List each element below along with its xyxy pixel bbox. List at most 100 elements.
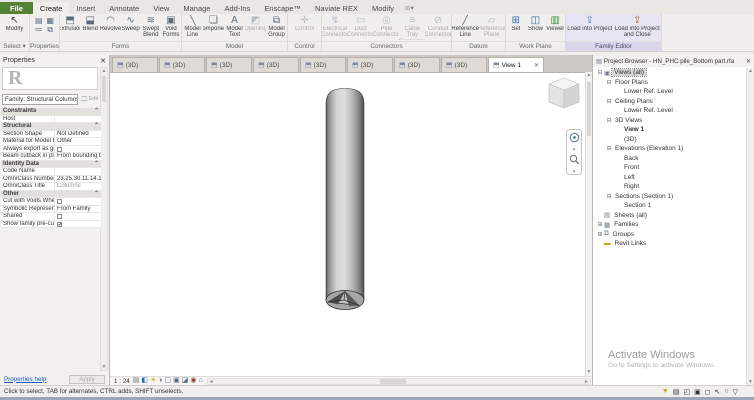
- show-button[interactable]: ◫Show: [526, 15, 546, 32]
- collapse-node-icon[interactable]: ⊟: [605, 145, 613, 152]
- properties-scrollbar[interactable]: ▲ ▼: [100, 67, 108, 371]
- press-drag-icon[interactable]: ↖: [715, 388, 721, 396]
- expand-node-icon[interactable]: ⊞: [596, 231, 604, 238]
- view-tab-3d-4[interactable]: ⬒(3D): [300, 57, 346, 72]
- model-group-button[interactable]: ⧉Model Group: [266, 15, 287, 39]
- ribbon-tab-file[interactable]: File: [0, 2, 33, 14]
- collapse-icon[interactable]: ⌃: [94, 108, 99, 115]
- family-category-button[interactable]: ▦: [45, 16, 57, 25]
- view-tab-3d-2[interactable]: ⬒(3D): [206, 57, 252, 72]
- shadows-icon[interactable]: ◑: [158, 377, 162, 385]
- set-button[interactable]: ⊞Set: [506, 15, 526, 32]
- property-value-beam-cutback-in-plan[interactable]: From bounding box: [55, 153, 101, 160]
- tree-item-ceiling-plans[interactable]: ⊟Ceiling Plans: [593, 97, 746, 107]
- zoom-tool-icon[interactable]: [569, 152, 580, 170]
- tree-item-3d-views[interactable]: ⊟3D Views: [593, 116, 746, 126]
- void-forms-button[interactable]: ▣Void Forms: [161, 15, 181, 39]
- view-tab-3d-0[interactable]: ⬒(3D): [112, 57, 158, 72]
- reveal-hidden-icon[interactable]: ◉: [190, 377, 196, 385]
- analytical-model-icon[interactable]: ⌂: [199, 377, 203, 385]
- ribbon-tab-insert[interactable]: Insert: [69, 2, 102, 14]
- view-tab-3d-6[interactable]: ⬒(3D): [394, 57, 440, 72]
- temporary-hide-icon[interactable]: ◪: [182, 377, 189, 385]
- tree-item-groups[interactable]: ⊞⧉Groups: [593, 230, 746, 240]
- tree-item-right[interactable]: Right: [593, 182, 746, 192]
- ribbon-tab-naviate-rex[interactable]: Naviate REX: [308, 2, 365, 14]
- ribbon-tab-create[interactable]: Create: [33, 2, 70, 14]
- viewer-button[interactable]: ▥Viewer: [545, 15, 565, 32]
- selection-filter-icon[interactable]: ▽: [733, 388, 738, 396]
- tree-item-sections-section-1[interactable]: ⊟Sections (Section 1): [593, 192, 746, 202]
- blend-button[interactable]: ⬓Blend: [80, 15, 100, 32]
- ribbon-tab-manage[interactable]: Manage: [176, 2, 217, 14]
- collapse-icon[interactable]: ⌃: [94, 161, 99, 168]
- model-line-button[interactable]: ╲Model Line: [182, 15, 203, 39]
- canvas-horizontal-scrollbar[interactable]: ◄ ►: [207, 378, 591, 385]
- tree-item-front[interactable]: Front: [593, 163, 746, 173]
- view-tab-3d-7[interactable]: ⬒(3D): [441, 57, 487, 72]
- tree-item-section-1[interactable]: Section 1: [593, 201, 746, 211]
- collapse-node-icon[interactable]: ⊟: [605, 193, 613, 200]
- tree-item-revit-links[interactable]: ▬Revit Links: [593, 239, 746, 249]
- property-value-show-family-pre-cut-in[interactable]: ✔: [55, 221, 101, 228]
- edit-type-button[interactable]: 🗔 Edit Type: [81, 94, 101, 105]
- scroll-left-icon[interactable]: ◄: [209, 379, 214, 384]
- view-tab-3d-1[interactable]: ⬒(3D): [159, 57, 205, 72]
- scroll-right-icon[interactable]: ►: [584, 379, 589, 384]
- project-browser-scrollbar[interactable]: ▲ ▼: [746, 68, 754, 385]
- view-tab-view-1-8[interactable]: ⬒View 1✕: [488, 57, 544, 72]
- view-tab-3d-3[interactable]: ⬒(3D): [253, 57, 299, 72]
- swept-blend-button[interactable]: ≋Swept Blend: [141, 15, 161, 39]
- ribbon-tab-modify[interactable]: Modify: [365, 2, 401, 14]
- visual-style-icon[interactable]: ◧: [141, 377, 148, 385]
- property-group-constraints[interactable]: Constraints⌃: [1, 108, 101, 116]
- collapse-node-icon[interactable]: ⊟: [596, 69, 604, 76]
- properties-help-link[interactable]: Properties help: [4, 376, 46, 383]
- ribbon-tab-enscape[interactable]: Enscape™: [257, 2, 308, 14]
- tree-item-floor-plans[interactable]: ⊟Floor Plans: [593, 78, 746, 88]
- drawing-area[interactable]: ▾ ▾: [110, 72, 585, 376]
- ribbon-options-icon[interactable]: ⊙▾: [405, 4, 414, 14]
- property-group-other[interactable]: Other⌃: [1, 191, 101, 199]
- property-group-identity-data[interactable]: Identity Data⌃: [1, 161, 101, 169]
- load-into-project-and-close-button[interactable]: ⇪Load into Project and Close: [614, 15, 662, 39]
- ribbon-tab-add-ins[interactable]: Add-Ins: [217, 2, 257, 14]
- view-scale-button[interactable]: 1 : 24: [114, 378, 130, 385]
- property-group-structural[interactable]: Structural⌃: [1, 123, 101, 131]
- extrusion-button[interactable]: ⬒Extrusion: [60, 15, 80, 32]
- property-value-shared[interactable]: [55, 213, 101, 220]
- editable-only-icon[interactable]: ◻: [705, 388, 711, 396]
- tree-item-families[interactable]: ⊞▦Families: [593, 220, 746, 230]
- property-value-always-export-as-geom[interactable]: [55, 146, 101, 153]
- pile-3d-model[interactable]: [325, 88, 365, 326]
- model-text-button[interactable]: AModel Text: [224, 15, 245, 39]
- properties-close-icon[interactable]: ✕: [100, 57, 106, 65]
- property-value-omniclass-number[interactable]: 23.25.30.11.14.11: [55, 176, 101, 183]
- property-value-omniclass-title[interactable]: Columns: [55, 183, 101, 190]
- main-model-icon[interactable]: ▣: [694, 388, 701, 396]
- property-value-material-for-model-beh[interactable]: Other: [55, 138, 101, 145]
- checkbox[interactable]: [57, 214, 62, 219]
- canvas-vertical-scrollbar[interactable]: ▲ ▼: [585, 72, 592, 376]
- tree-item-back[interactable]: Back: [593, 154, 746, 164]
- modify-button[interactable]: ↖Modify: [0, 15, 29, 32]
- worksets-icon[interactable]: ▤: [673, 388, 680, 396]
- checkbox[interactable]: [57, 199, 62, 204]
- expand-node-icon[interactable]: ⊞: [596, 221, 604, 228]
- design-options-icon[interactable]: ◰: [683, 388, 690, 396]
- collapse-node-icon[interactable]: ⊟: [605, 117, 613, 124]
- family-types-button[interactable]: ▤: [33, 16, 45, 25]
- component-button[interactable]: ❏Component: [203, 15, 224, 32]
- load-into-project-button[interactable]: ⇪Load into Project: [566, 15, 614, 32]
- view-tab-3d-5[interactable]: ⬒(3D): [347, 57, 393, 72]
- collapse-icon[interactable]: ⌃: [94, 191, 99, 198]
- revolve-button[interactable]: ◠Revolve: [100, 15, 120, 32]
- collapse-node-icon[interactable]: ⊟: [605, 98, 613, 105]
- tree-item-left[interactable]: Left: [593, 173, 746, 183]
- tree-item-lower-ref-level[interactable]: Lower Ref. Level: [593, 87, 746, 97]
- tree-item-3d[interactable]: (3D): [593, 135, 746, 145]
- property-value-code-name[interactable]: [55, 168, 101, 175]
- editing-requests-icon[interactable]: ▼: [662, 388, 669, 396]
- detail-level-icon[interactable]: ▤: [133, 377, 140, 385]
- property-value-cut-with-voids-when-l[interactable]: [55, 198, 101, 205]
